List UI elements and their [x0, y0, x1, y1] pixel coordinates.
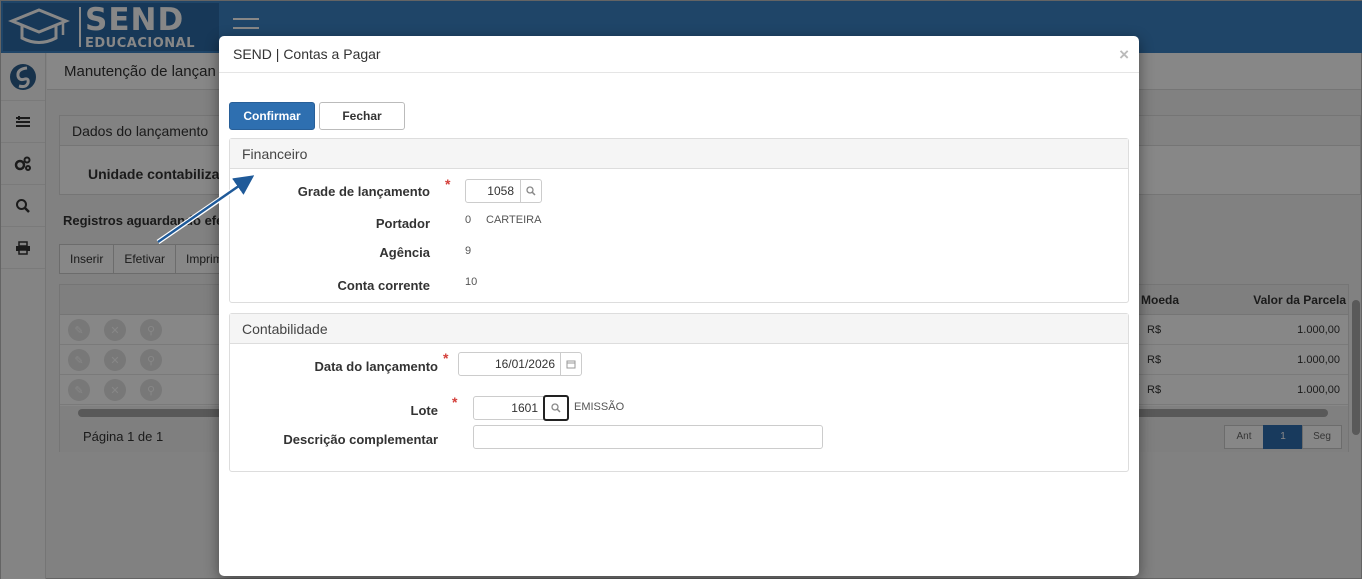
descricao-complementar-label: Descrição complementar: [283, 432, 438, 447]
grade-search-button[interactable]: [520, 179, 542, 203]
search-icon: [526, 186, 536, 196]
contabilidade-section: Contabilidade Data do lançamento * 16/01…: [229, 313, 1129, 472]
portador-name: CARTEIRA: [486, 214, 542, 226]
grade-lancamento-input[interactable]: 1058: [465, 179, 521, 203]
financeiro-section: Financeiro Grade de lançamento * 1058 Po…: [229, 138, 1129, 303]
agencia-value: 9: [465, 245, 472, 257]
modal-header: SEND | Contas a Pagar ×: [219, 36, 1139, 73]
search-icon: [551, 403, 561, 413]
confirmar-button[interactable]: Confirmar: [229, 102, 315, 130]
lote-search-button[interactable]: [543, 395, 569, 421]
conta-corrente-value: 10: [465, 276, 478, 288]
financeiro-title: Financeiro: [230, 139, 1128, 169]
portador-label: Portador: [375, 216, 430, 231]
required-mark: *: [452, 394, 458, 410]
descricao-complementar-input[interactable]: [473, 425, 823, 449]
modal-title: SEND | Contas a Pagar: [233, 46, 381, 62]
calendar-button[interactable]: [560, 352, 582, 376]
calendar-icon: [566, 360, 576, 369]
portador-code: 0: [465, 214, 472, 226]
agencia-label: Agência: [379, 245, 430, 260]
conta-corrente-label: Conta corrente: [337, 278, 430, 293]
fechar-button[interactable]: Fechar: [319, 102, 405, 130]
lote-label: Lote: [410, 403, 438, 418]
required-mark: *: [443, 350, 449, 366]
contabilidade-title: Contabilidade: [230, 314, 1128, 344]
data-lancamento-label: Data do lançamento: [314, 359, 438, 374]
grade-lancamento-label: Grade de lançamento: [297, 184, 430, 199]
data-lancamento-input[interactable]: 16/01/2026: [458, 352, 562, 376]
contas-a-pagar-modal: SEND | Contas a Pagar × Confirmar Fechar…: [219, 36, 1139, 576]
required-mark: *: [445, 176, 451, 192]
lote-input[interactable]: 1601: [473, 396, 545, 420]
lote-description: EMISSÃO: [574, 401, 625, 413]
annotation-arrow-icon: [156, 175, 255, 245]
close-icon[interactable]: ×: [1119, 46, 1129, 63]
